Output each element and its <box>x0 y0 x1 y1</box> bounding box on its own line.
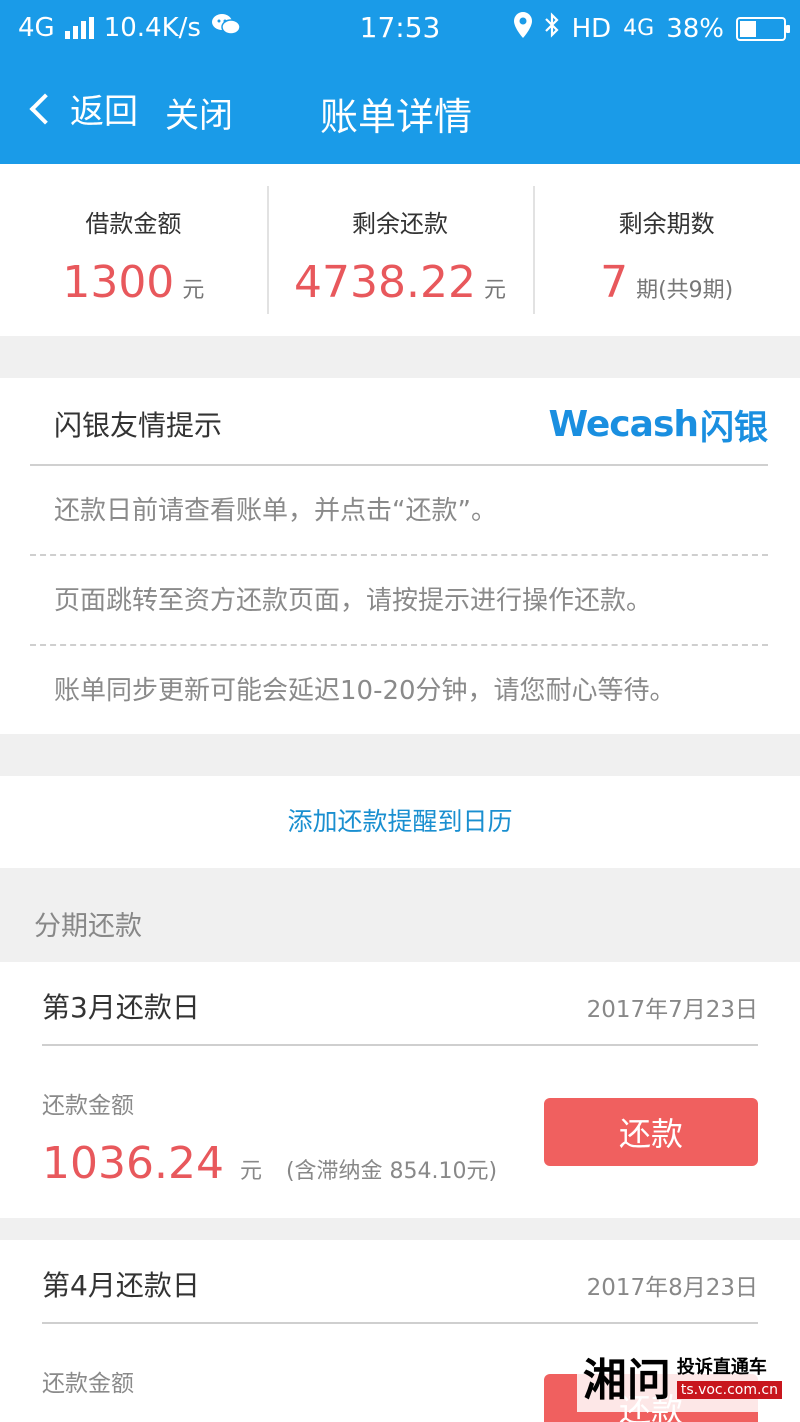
remaining-amount: 4738.22 <box>294 257 476 308</box>
summary-periods: 剩余期数 7 期(共9期) <box>533 164 800 336</box>
tips-header: 闪银友情提示 Wecash 闪银 <box>30 378 768 466</box>
logo-cn-text: 闪银 <box>700 408 768 448</box>
installment-card: 第3月还款日 2017年7月23日 还款金额 1036.24 元 (含滞纳金 8… <box>0 962 800 1218</box>
remaining-unit: 元 <box>483 278 506 303</box>
amount-label: 还款金额 <box>42 1371 134 1397</box>
network-type-2: 4G <box>623 16 655 41</box>
battery-icon <box>736 16 790 41</box>
back-button[interactable]: 返回 <box>24 84 138 133</box>
amount-unit: 元 <box>239 1159 262 1184</box>
wecash-logo: Wecash 闪银 <box>548 400 768 449</box>
summary-remaining: 剩余还款 4738.22 元 <box>266 164 534 336</box>
watermark-text-group: 投诉直通车 ts.voc.com.cn <box>676 1353 782 1399</box>
installment-header: 第4月还款日 2017年8月23日 <box>42 1240 758 1324</box>
tip-item: 还款日前请查看账单，并点击“还款”。 <box>30 466 768 556</box>
loan-amount: 1300 <box>62 257 175 308</box>
status-bar-right: HD 4G 38% <box>513 12 790 45</box>
close-button[interactable]: 关闭 <box>165 88 233 137</box>
installments-section-title: 分期还款 <box>34 911 142 942</box>
summary-loan: 借款金额 1300 元 <box>0 164 267 336</box>
amount-label: 还款金额 <box>42 1093 134 1119</box>
loan-value-row: 1300 元 <box>0 257 267 308</box>
periods-value-row: 7 期(共9期) <box>533 257 800 308</box>
watermark-big-text: 湘问 <box>582 1355 671 1406</box>
bluetooth-icon <box>544 12 560 45</box>
periods-unit: 期(共9期) <box>636 278 734 303</box>
page-title: 账单详情 <box>320 95 473 139</box>
loan-unit: 元 <box>182 278 205 303</box>
battery-level <box>740 20 756 37</box>
loan-label: 借款金额 <box>85 210 182 238</box>
battery-percent: 38% <box>666 13 724 44</box>
chevron-left-icon <box>29 92 61 125</box>
installment-title: 第4月还款日 <box>42 1269 200 1302</box>
bill-summary: 借款金额 1300 元 剩余还款 4738.22 元 剩余期数 7 期(共9期) <box>0 164 800 336</box>
status-bar: 4G 10.4K/s 17:53 HD 4G 38% <box>0 0 800 56</box>
late-fee-note: (含滞纳金 854.10元) <box>285 1159 498 1184</box>
repay-button[interactable]: 还款 <box>544 1098 758 1166</box>
back-label: 返回 <box>70 92 138 132</box>
periods-count: 7 <box>600 257 629 308</box>
logo-wecash-text: Wecash <box>548 404 699 445</box>
hd-label: HD <box>571 13 612 44</box>
add-calendar-reminder-link[interactable]: 添加还款提醒到日历 <box>0 776 800 868</box>
periods-label: 剩余期数 <box>618 210 715 238</box>
amount-row: 1036.24 元 (含滞纳金 854.10元) <box>42 1138 497 1189</box>
watermark-url: ts.voc.com.cn <box>676 1381 782 1399</box>
installment-header: 第3月还款日 2017年7月23日 <box>42 962 758 1046</box>
installment-date: 2017年8月23日 <box>586 1275 758 1301</box>
installment-date: 2017年7月23日 <box>586 997 758 1023</box>
installment-title: 第3月还款日 <box>42 991 200 1024</box>
watermark-logo: 湘问 投诉直通车 ts.voc.com.cn <box>576 1340 788 1412</box>
tip-item: 页面跳转至资方还款页面，请按提示进行操作还款。 <box>30 556 768 646</box>
installment-amount: 1036.24 <box>42 1138 224 1189</box>
tips-title: 闪银友情提示 <box>54 409 223 442</box>
watermark-top-text: 投诉直通车 <box>676 1357 767 1378</box>
location-icon <box>513 12 532 45</box>
tip-item: 账单同步更新可能会延迟10-20分钟，请您耐心等待。 <box>54 676 676 706</box>
remaining-value-row: 4738.22 元 <box>267 257 534 308</box>
remaining-label: 剩余还款 <box>352 210 448 238</box>
tips-panel: 闪银友情提示 Wecash 闪银 还款日前请查看账单，并点击“还款”。 页面跳转… <box>0 378 800 734</box>
nav-bar: 返回 关闭 账单详情 <box>0 56 800 164</box>
